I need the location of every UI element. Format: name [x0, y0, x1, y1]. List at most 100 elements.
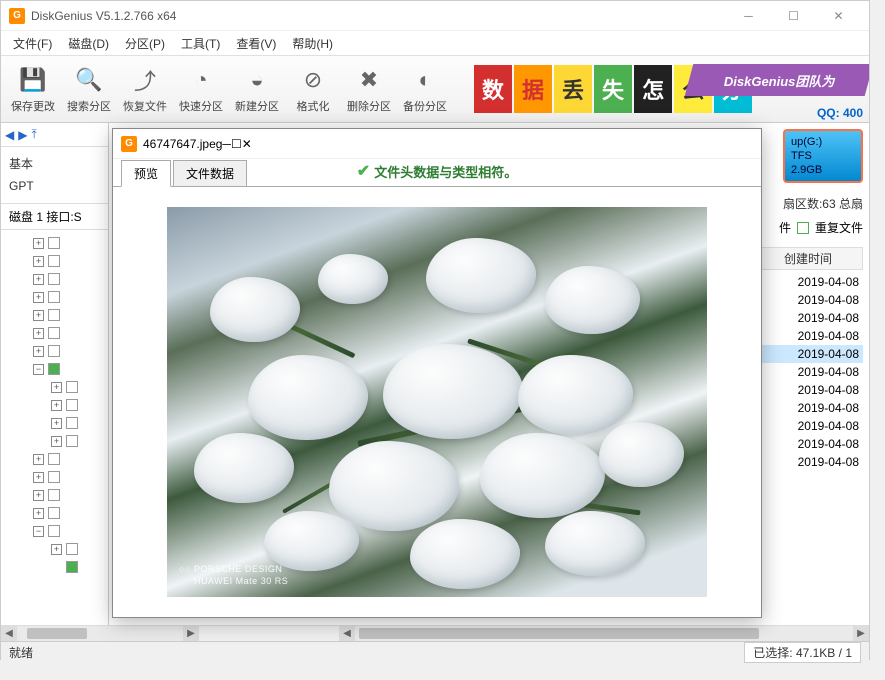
tree-expand-icon[interactable]: + [33, 490, 44, 501]
tree-checkbox[interactable] [66, 435, 78, 447]
label-dup: 重复文件 [815, 219, 863, 236]
menu-view[interactable]: 查看(V) [228, 33, 284, 54]
quick-partition-button[interactable]: ◔ 快速分区 [173, 59, 229, 119]
backup-partition-button[interactable]: ◐备份分区 [397, 59, 453, 119]
tree-expand-icon[interactable]: + [33, 328, 44, 339]
tree-expand-icon[interactable]: + [33, 508, 44, 519]
format-icon: ⊘ [297, 64, 329, 96]
banner-char-3: 丢 [554, 65, 592, 113]
tree-checkbox[interactable] [48, 453, 60, 465]
directory-tree[interactable]: + + + + + + + − + + + + + + + + − + + [1, 229, 108, 649]
left-panel: ◀ ▶ ⤒ 基本 GPT 磁盘 1 接口:S + + + + + + + − +… [1, 123, 109, 641]
tree-checkbox[interactable] [48, 327, 60, 339]
tree-expand-icon[interactable]: + [33, 346, 44, 357]
quick-label: 快速分区 [179, 98, 223, 114]
tree-checkbox[interactable] [48, 291, 60, 303]
tab-preview[interactable]: 预览 [121, 160, 171, 187]
status-bar: 就绪 已选择: 47.1KB / 1 [1, 641, 869, 663]
dup-checkbox[interactable] [797, 222, 809, 234]
quick-icon: ◔ [185, 64, 217, 96]
horizontal-scrollbar[interactable]: ◀ ▶ ◀ ▶ [1, 625, 869, 641]
tree-checkbox[interactable] [48, 471, 60, 483]
row-date: 2019-04-08 [798, 401, 859, 415]
tree-expand-icon[interactable]: − [33, 526, 44, 537]
tree-expand-icon[interactable]: + [33, 256, 44, 267]
tree-checkbox[interactable] [48, 273, 60, 285]
delete-partition-button[interactable]: ✖ 删除分区 [341, 59, 397, 119]
delete-label: 删除分区 [347, 98, 391, 114]
recover-icon: ⤴ [129, 64, 161, 96]
toolbar: 💾保存更改 🔍搜索分区 ⤴恢复文件 ◔ 快速分区 ◒ 新建分区 ⊘格式化 ✖ 删除分区… [1, 55, 869, 123]
tree-checkbox[interactable] [48, 237, 60, 249]
tree-checkbox[interactable] [48, 489, 60, 501]
scroll-left-icon[interactable]: ◀ [1, 626, 17, 641]
tree-expand-icon[interactable]: + [51, 418, 62, 429]
preview-minimize-button[interactable]: ─ [222, 137, 231, 151]
scroll-thumb-2[interactable] [359, 628, 759, 639]
tree-expand-icon[interactable]: + [33, 292, 44, 303]
backup-icon: ◐ [409, 64, 441, 96]
tree-checkbox[interactable] [66, 543, 78, 555]
tree-expand-icon[interactable]: + [33, 472, 44, 483]
nav-up-icon[interactable]: ⤒ [31, 127, 36, 142]
tree-expand-icon[interactable]: + [51, 544, 62, 555]
banner-qq: QQ: 400 [817, 106, 863, 120]
disk-identifier: 磁盘 1 接口:S [1, 203, 108, 229]
menu-file[interactable]: 文件(F) [5, 33, 60, 54]
tree-checkbox[interactable] [66, 417, 78, 429]
scroll-right-icon-2[interactable]: ▶ [853, 626, 869, 641]
tree-expand-icon[interactable]: + [33, 454, 44, 465]
save-button[interactable]: 💾保存更改 [5, 59, 61, 119]
scroll-right-icon[interactable]: ▶ [183, 626, 199, 641]
maximize-button[interactable]: ☐ [771, 2, 816, 30]
scroll-track-2[interactable] [355, 626, 853, 641]
scroll-thumb[interactable] [27, 628, 87, 639]
tree-checkbox[interactable] [48, 345, 60, 357]
tree-expand-icon[interactable]: + [51, 382, 62, 393]
tree-expand-icon[interactable]: + [33, 274, 44, 285]
tree-checkbox[interactable] [48, 255, 60, 267]
preview-app-icon: G [121, 136, 137, 152]
nav-forward-icon[interactable]: ▶ [18, 128, 27, 142]
tree-checkbox[interactable] [66, 399, 78, 411]
preview-titlebar[interactable]: G 46747647.jpeg ─ ☐ ✕ [113, 129, 761, 159]
tab-file-data[interactable]: 文件数据 [173, 160, 247, 187]
tree-expand-icon[interactable]: + [51, 400, 62, 411]
tree-expand-icon[interactable]: + [33, 238, 44, 249]
tree-expand-icon[interactable]: + [33, 310, 44, 321]
minimize-button[interactable]: ─ [726, 2, 771, 30]
tree-checkbox-selected[interactable] [66, 561, 78, 573]
preview-maximize-button[interactable]: ☐ [231, 137, 242, 151]
tree-checkbox[interactable] [48, 309, 60, 321]
delete-icon: ✖ [353, 64, 385, 96]
header-status: ✔ 文件头数据与类型相符。 [357, 161, 517, 181]
scroll-track[interactable] [17, 626, 183, 641]
tree-expand-icon[interactable]: + [51, 436, 62, 447]
nav-back-icon[interactable]: ◀ [5, 128, 14, 142]
tree-expand-icon[interactable]: − [33, 364, 44, 375]
format-button[interactable]: ⊘格式化 [285, 59, 341, 119]
tree-checkbox[interactable] [48, 525, 60, 537]
disk-summary: 基本 GPT [1, 147, 108, 203]
tree-checkbox[interactable] [48, 507, 60, 519]
promo-banner[interactable]: 数 据 丢 失 怎 么 办 DiskGenius团队为 QQ: 400 [474, 56, 869, 122]
check-icon: ✔ [357, 161, 370, 181]
search-partition-button[interactable]: 🔍搜索分区 [61, 59, 117, 119]
partition-badge[interactable]: up(G:) TFS 2.9GB [783, 129, 863, 183]
close-button[interactable]: ✕ [816, 2, 861, 30]
tree-checkbox-selected[interactable] [48, 363, 60, 375]
new-icon: ◒ [241, 64, 273, 96]
preview-close-button[interactable]: ✕ [242, 137, 252, 151]
recover-files-button[interactable]: ⤴恢复文件 [117, 59, 173, 119]
new-label: 新建分区 [235, 98, 279, 114]
menu-help[interactable]: 帮助(H) [284, 33, 341, 54]
new-partition-button[interactable]: ◒ 新建分区 [229, 59, 285, 119]
col-created-header[interactable]: 创建时间 [753, 247, 863, 270]
tree-checkbox[interactable] [66, 381, 78, 393]
menu-tools[interactable]: 工具(T) [173, 33, 228, 54]
menu-disk[interactable]: 磁盘(D) [60, 33, 117, 54]
row-date: 2019-04-08 [798, 329, 859, 343]
scroll-left-icon-2[interactable]: ◀ [339, 626, 355, 641]
preview-title: 46747647.jpeg [143, 137, 222, 151]
menu-partition[interactable]: 分区(P) [117, 33, 173, 54]
